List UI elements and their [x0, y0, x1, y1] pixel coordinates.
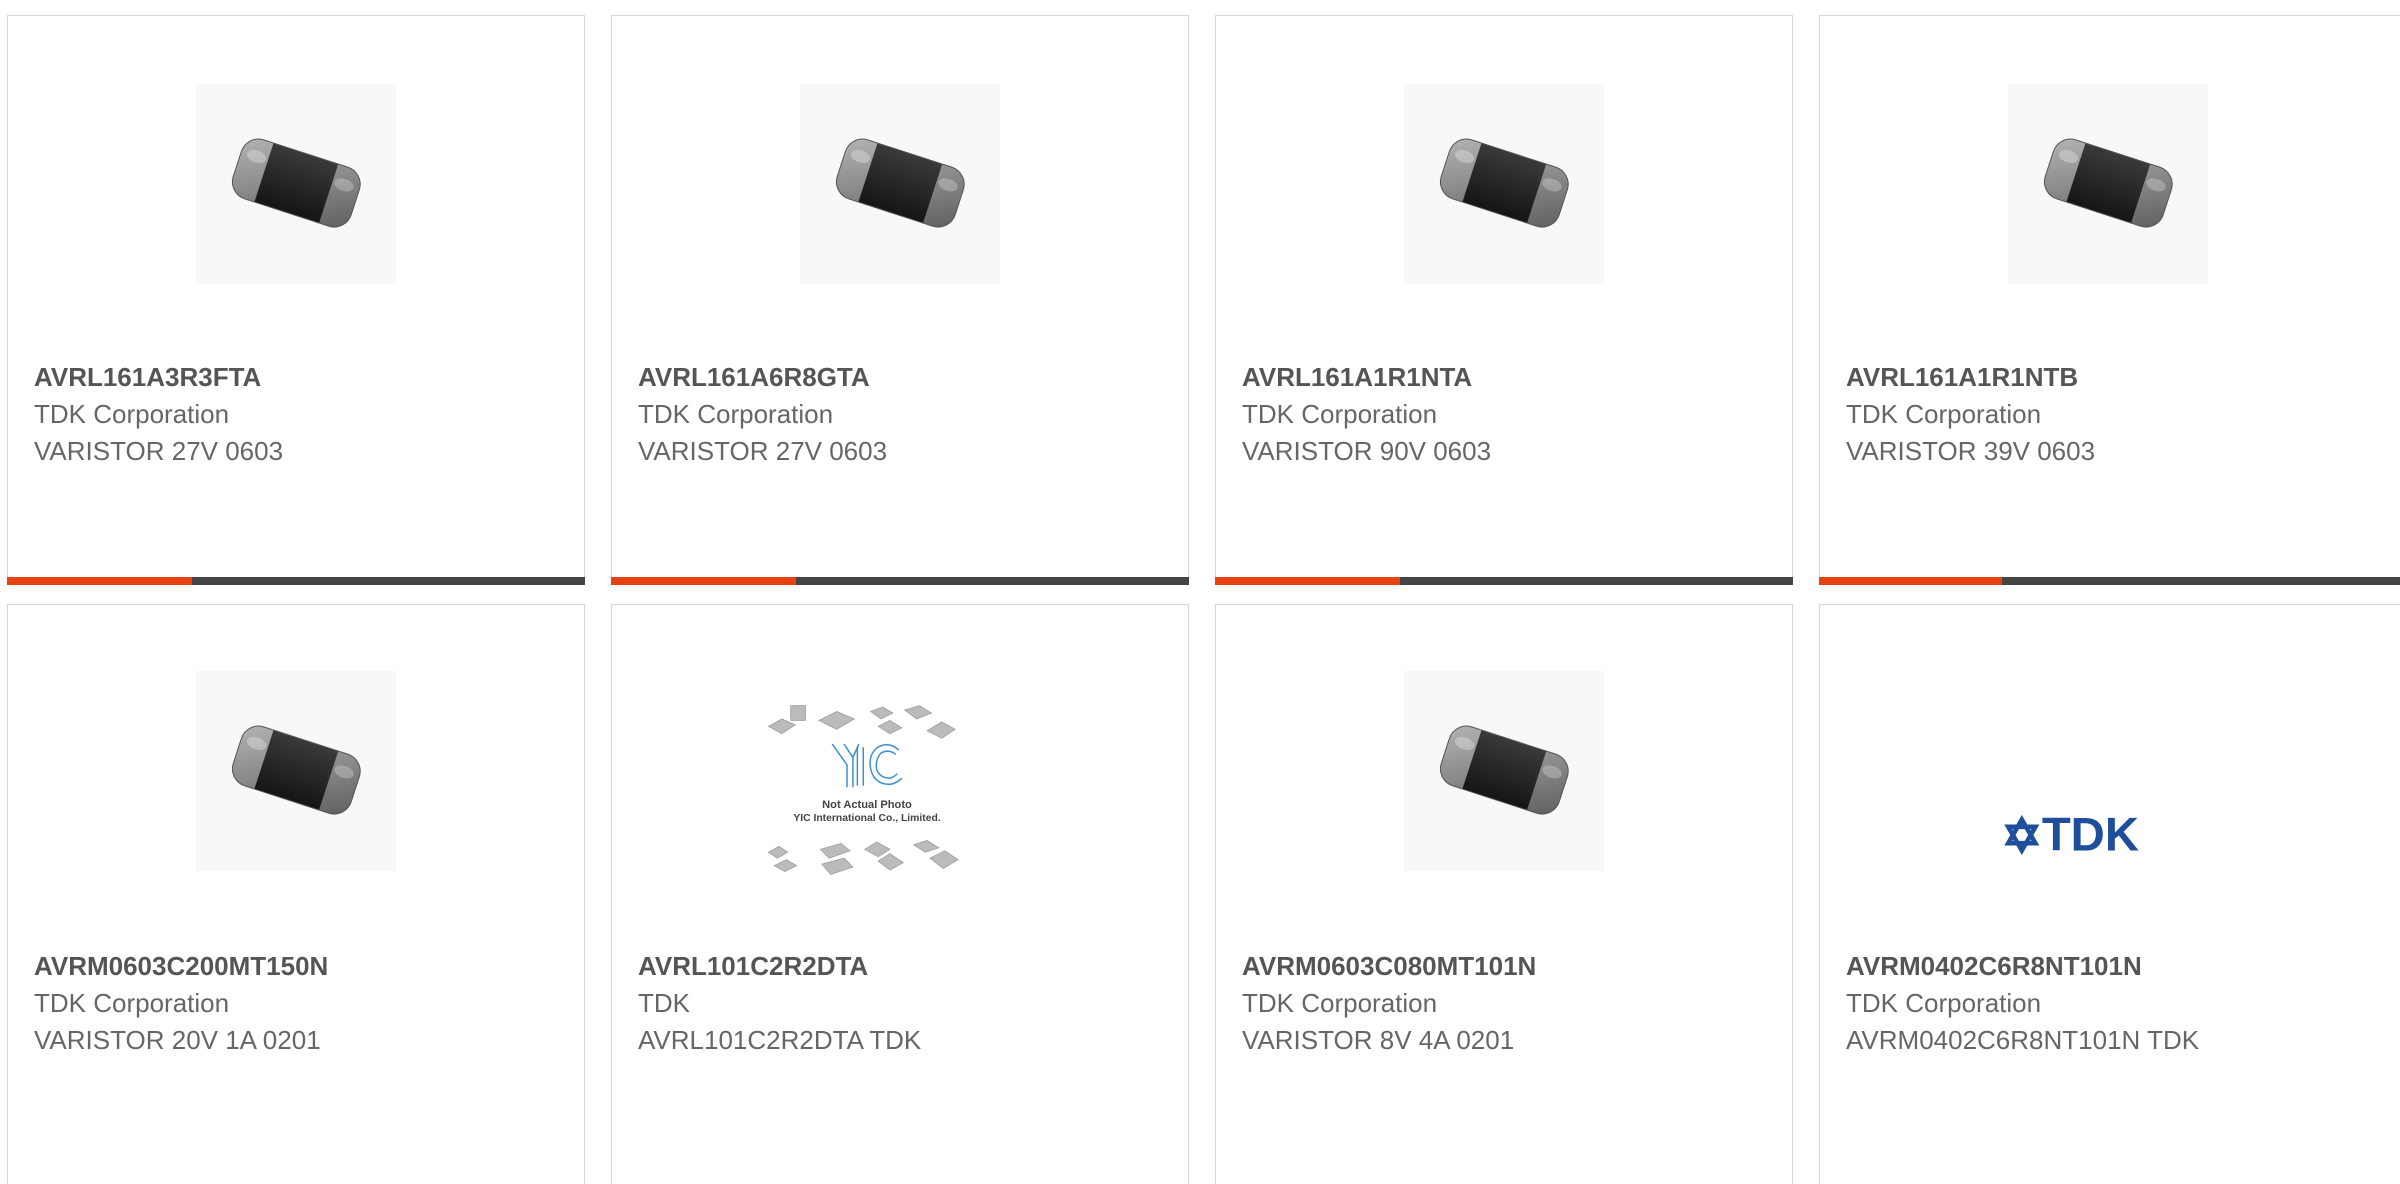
description: VARISTOR 27V 0603	[638, 436, 888, 466]
part-number[interactable]: AVRM0402C6R8NT101N	[1846, 947, 2388, 985]
description: VARISTOR 20V 1A 0201	[34, 1025, 321, 1055]
manufacturer: TDK Corporation	[1242, 399, 1438, 429]
progress-bar-fill	[1215, 577, 1400, 585]
chip-varistor-photo-icon	[227, 133, 366, 233]
product-card[interactable]: AVRL161A1R1NTA TDK Corporation VARISTOR …	[1215, 15, 1793, 585]
progress-bar-fill	[1819, 577, 2002, 585]
product-image[interactable]	[196, 84, 396, 284]
product-image[interactable]: Not Actual Photo YIC International Co., …	[767, 693, 1037, 933]
manufacturer: TDK Corporation	[1846, 988, 2042, 1018]
description: VARISTOR 90V 0603	[1242, 436, 1492, 466]
tdk-logo-icon: TDK	[2004, 808, 2139, 861]
tdk-logo-text: TDK	[2042, 808, 2139, 861]
product-card[interactable]: Not Actual Photo YIC International Co., …	[611, 604, 1189, 1184]
description: AVRM0402C6R8NT101N TDK	[1846, 1025, 2200, 1055]
product-image[interactable]	[800, 84, 1000, 284]
product-image[interactable]	[1404, 671, 1604, 871]
chip-varistor-photo-icon	[1435, 720, 1574, 820]
description: VARISTOR 27V 0603	[34, 436, 284, 466]
part-number[interactable]: AVRL161A1R1NTA	[1242, 358, 1772, 396]
product-card[interactable]: TDK AVRM0402C6R8NT101N TDK Corporation A…	[1819, 604, 2400, 1184]
product-card[interactable]: AVRL161A3R3FTA TDK Corporation VARISTOR …	[7, 15, 585, 585]
product-card[interactable]: AVRL161A1R1NTB TDK Corporation VARISTOR …	[1819, 15, 2400, 585]
product-card[interactable]: AVRM0603C080MT101N TDK Corporation VARIS…	[1215, 604, 1793, 1184]
progress-bar	[611, 577, 1189, 585]
chip-varistor-photo-icon	[1435, 133, 1574, 233]
part-number[interactable]: AVRM0603C200MT150N	[34, 947, 564, 985]
manufacturer: TDK Corporation	[34, 988, 230, 1018]
product-image[interactable]	[2008, 84, 2208, 284]
chip-varistor-photo-icon	[227, 720, 366, 820]
part-number[interactable]: AVRM0603C080MT101N	[1242, 947, 1772, 985]
chip-varistor-photo-icon	[2039, 133, 2178, 233]
not-actual-photo-placeholder-icon: Not Actual Photo YIC International Co., …	[767, 705, 959, 875]
progress-bar-fill	[7, 577, 192, 585]
manufacturer: TDK Corporation	[638, 399, 834, 429]
placeholder-line2: YIC International Co., Limited.	[793, 813, 940, 824]
product-image[interactable]: TDK	[2000, 735, 2220, 861]
description: VARISTOR 8V 4A 0201	[1242, 1025, 1515, 1055]
product-card[interactable]: AVRL161A6R8GTA TDK Corporation VARISTOR …	[611, 15, 1189, 585]
manufacturer: TDK Corporation	[34, 399, 230, 429]
manufacturer: TDK	[638, 988, 690, 1018]
progress-bar	[1215, 577, 1793, 585]
placeholder-line1: Not Actual Photo	[822, 799, 912, 811]
product-image[interactable]	[1404, 84, 1604, 284]
progress-bar-fill	[611, 577, 796, 585]
progress-bar	[1819, 577, 2400, 585]
product-image[interactable]	[196, 671, 396, 871]
progress-bar	[7, 577, 585, 585]
part-number[interactable]: AVRL161A1R1NTB	[1846, 358, 2388, 396]
manufacturer: TDK Corporation	[1846, 399, 2042, 429]
part-number[interactable]: AVRL161A6R8GTA	[638, 358, 1168, 396]
product-card[interactable]: AVRM0603C200MT150N TDK Corporation VARIS…	[7, 604, 585, 1184]
manufacturer: TDK Corporation	[1242, 988, 1438, 1018]
description: AVRL101C2R2DTA TDK	[638, 1025, 922, 1055]
description: VARISTOR 39V 0603	[1846, 436, 2096, 466]
part-number[interactable]: AVRL101C2R2DTA	[638, 947, 1168, 985]
chip-varistor-photo-icon	[831, 133, 970, 233]
part-number[interactable]: AVRL161A3R3FTA	[34, 358, 564, 396]
